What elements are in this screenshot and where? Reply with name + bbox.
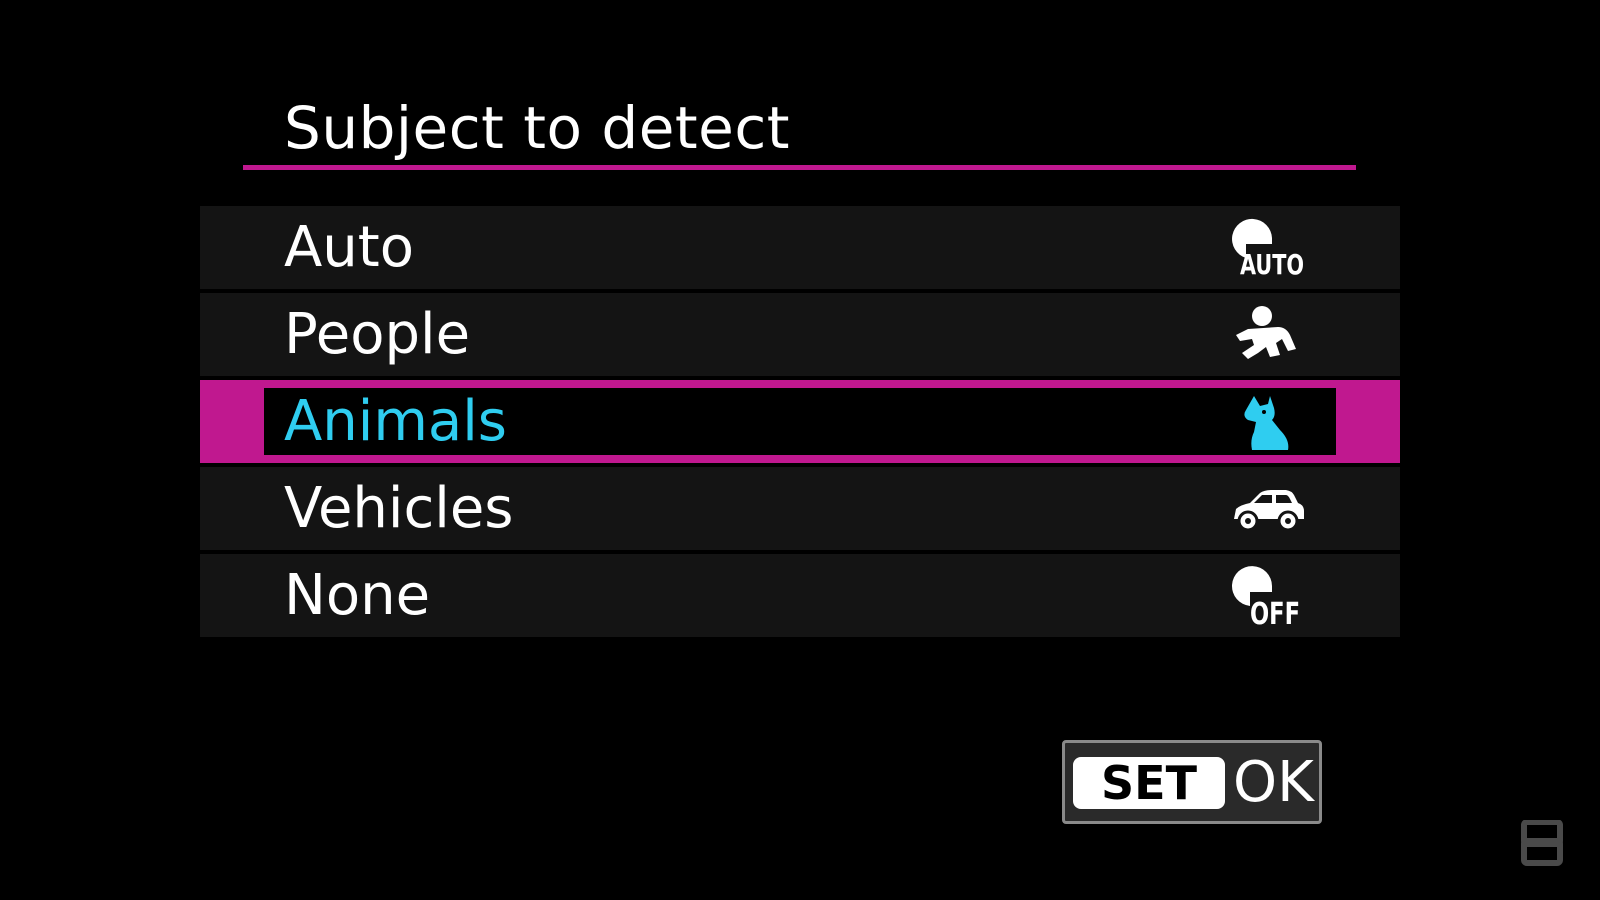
menu-item-label: Vehicles: [284, 476, 514, 541]
ok-label: OK: [1233, 750, 1314, 815]
person-icon: [1236, 306, 1296, 359]
set-ok-button[interactable]: SET OK: [1062, 740, 1322, 824]
menu-item-auto[interactable]: Auto AUTO: [200, 206, 1400, 289]
menu-item-label: People: [284, 302, 471, 367]
page-title: Subject to detect: [284, 94, 790, 162]
animal-icon: [1244, 396, 1289, 450]
detect-off-icon: OFF: [1232, 566, 1300, 630]
vehicle-icon: [1234, 490, 1304, 532]
menu-item-label: None: [284, 563, 431, 628]
auto-detect-icon: AUTO: [1232, 218, 1304, 281]
publisher-logo-icon: [1521, 820, 1563, 866]
menu-item-none[interactable]: None OFF: [200, 554, 1400, 637]
menu-item-people[interactable]: People: [200, 293, 1400, 376]
menu-item-animals[interactable]: Animals: [200, 380, 1400, 463]
menu-item-label: Auto: [284, 215, 415, 280]
svg-text:OFF: OFF: [1250, 597, 1300, 630]
menu-item-vehicles[interactable]: Vehicles: [200, 467, 1400, 550]
set-key-label: SET: [1073, 757, 1225, 809]
svg-text:AUTO: AUTO: [1240, 248, 1304, 281]
menu-item-label: Animals: [284, 389, 507, 454]
title-divider: [243, 165, 1356, 170]
subject-menu: Auto AUTO People Animals Vehicles None O…: [200, 206, 1400, 641]
